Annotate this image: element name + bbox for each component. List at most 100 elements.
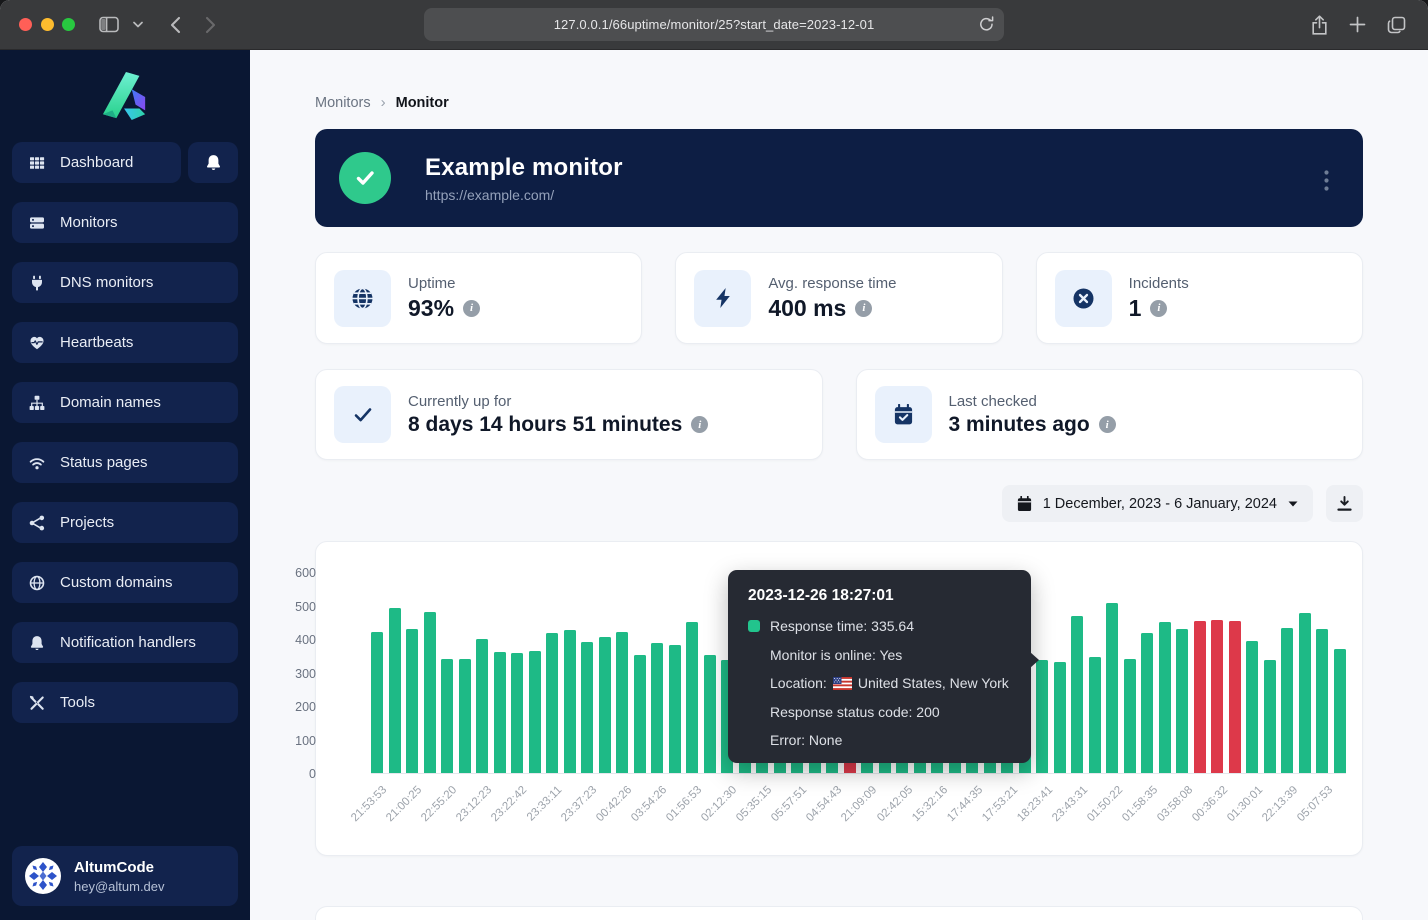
chart-bar[interactable] — [389, 608, 401, 773]
chart-bar[interactable] — [1159, 622, 1171, 773]
info-icon[interactable]: i — [855, 300, 872, 317]
download-chart-button[interactable] — [1326, 485, 1363, 522]
x-axis-tick-label: 00:36:32 — [1190, 784, 1230, 824]
close-window-button[interactable] — [19, 18, 32, 31]
chart-bar[interactable] — [1124, 659, 1136, 773]
breadcrumb-monitors-link[interactable]: Monitors — [315, 95, 371, 111]
info-icon[interactable]: i — [691, 416, 708, 433]
user-account-card[interactable]: AltumCode hey@altum.dev — [12, 846, 238, 906]
sidebar-item-dashboard[interactable]: Dashboard — [12, 142, 181, 183]
tooltip-online: Monitor is online: Yes — [748, 647, 1011, 663]
chart-bar[interactable] — [1036, 660, 1048, 773]
share-nodes-icon — [28, 514, 45, 531]
chart-bar-offline[interactable] — [1229, 621, 1241, 773]
x-axis-tick-label: 23:12:23 — [454, 784, 494, 824]
sidebar-item-projects[interactable]: Projects — [12, 502, 238, 543]
sidebar-item-label: Heartbeats — [60, 334, 133, 351]
sidebar-item-tools[interactable]: Tools — [12, 682, 238, 723]
new-tab-icon[interactable] — [1349, 16, 1366, 33]
back-button[interactable] — [169, 16, 181, 34]
chart-bar[interactable] — [1106, 603, 1118, 773]
monitor-url[interactable]: https://example.com/ — [425, 187, 623, 203]
chart-bar[interactable] — [1089, 657, 1101, 773]
chart-bar[interactable] — [1054, 662, 1066, 773]
tooltip-timestamp: 2023-12-26 18:27:01 — [748, 587, 1011, 605]
sidebar-chevron-down-icon[interactable] — [133, 21, 143, 28]
tooltip-location: Location: United States, New York — [748, 675, 1011, 691]
sidebar-item-dns-monitors[interactable]: DNS monitors — [12, 262, 238, 303]
address-bar[interactable]: 127.0.0.1/66uptime/monitor/25?start_date… — [424, 8, 1004, 41]
chart-bar[interactable] — [651, 643, 663, 773]
chart-bar[interactable] — [669, 645, 681, 773]
chart-bar[interactable] — [476, 639, 488, 773]
chart-bar[interactable] — [1334, 649, 1346, 773]
chart-bar[interactable] — [546, 633, 558, 773]
sidebar-item-custom-domains[interactable]: Custom domains — [12, 562, 238, 603]
status-row: Currently up for 8 days 14 hours 51 minu… — [315, 369, 1363, 460]
sidebar-item-notification-handlers[interactable]: Notification handlers — [12, 622, 238, 663]
minimize-window-button[interactable] — [41, 18, 54, 31]
chart-bar[interactable] — [441, 659, 453, 773]
chart-bar[interactable] — [494, 652, 506, 773]
chart-bar[interactable] — [511, 653, 523, 773]
x-axis-tick-label: 18:23:41 — [1015, 784, 1055, 824]
chart-bar[interactable] — [1176, 629, 1188, 773]
chart-bar[interactable] — [1141, 633, 1153, 773]
info-icon[interactable]: i — [1150, 300, 1167, 317]
monitor-options-kebab-icon[interactable] — [1320, 166, 1333, 195]
chart-bar[interactable] — [564, 630, 576, 773]
x-axis-tick-label: 21:53:53 — [349, 784, 389, 824]
download-icon — [1337, 496, 1352, 511]
chart-bar[interactable] — [424, 612, 436, 773]
monitor-online-status-icon — [339, 152, 391, 204]
chart-bar[interactable] — [704, 655, 716, 773]
tooltip-status-code: Response status code: 200 — [748, 704, 1011, 720]
user-name: AltumCode — [74, 859, 165, 876]
app-logo[interactable] — [12, 64, 238, 142]
chart-bar[interactable] — [616, 632, 628, 773]
monitor-header-card: Example monitor https://example.com/ — [315, 129, 1363, 227]
chart-bar[interactable] — [1281, 628, 1293, 773]
chart-bar[interactable] — [599, 637, 611, 773]
tab-overview-icon[interactable] — [1387, 16, 1406, 34]
sidebar-toggle-icon[interactable] — [99, 16, 119, 33]
chart-bar[interactable] — [686, 622, 698, 773]
chart-bar[interactable] — [581, 642, 593, 773]
chart-bar[interactable] — [1071, 616, 1083, 773]
chart-bar[interactable] — [1246, 641, 1258, 773]
chart-bar[interactable] — [371, 632, 383, 773]
sidebar-item-label: Custom domains — [60, 574, 173, 591]
chart-bar[interactable] — [529, 651, 541, 773]
info-icon[interactable]: i — [463, 300, 480, 317]
bell-icon — [205, 154, 222, 171]
sidebar-item-monitors[interactable]: Monitors — [12, 202, 238, 243]
chart-bar[interactable] — [406, 629, 418, 773]
date-range-label: 1 December, 2023 - 6 January, 2024 — [1043, 496, 1277, 512]
sidebar-item-domain-names[interactable]: Domain names — [12, 382, 238, 423]
tooltip-error: Error: None — [748, 732, 1011, 748]
zoom-window-button[interactable] — [62, 18, 75, 31]
notifications-button[interactable] — [188, 142, 238, 183]
chart-bar-offline[interactable] — [1211, 620, 1223, 773]
date-range-picker[interactable]: 1 December, 2023 - 6 January, 2024 — [1002, 485, 1313, 522]
sidebar-item-heartbeats[interactable]: Heartbeats — [12, 322, 238, 363]
x-axis-tick-label: 22:13:39 — [1260, 784, 1300, 824]
sidebar-item-label: DNS monitors — [60, 274, 153, 291]
chart-bar[interactable] — [634, 655, 646, 773]
chart-bar[interactable] — [1299, 613, 1311, 773]
chart-bar[interactable] — [1316, 629, 1328, 773]
forward-button[interactable] — [205, 16, 217, 34]
x-axis-tick-label: 15:32:16 — [910, 784, 950, 824]
x-axis-tick-label: 22:55:20 — [419, 784, 459, 824]
chart-bar-offline[interactable] — [1194, 621, 1206, 773]
traffic-lights — [19, 18, 75, 31]
globe-icon — [334, 270, 391, 327]
chart-bar[interactable] — [459, 659, 471, 773]
globe-icon — [28, 574, 45, 591]
share-icon[interactable] — [1311, 15, 1328, 35]
reload-icon[interactable] — [979, 16, 994, 32]
next-section-card — [315, 906, 1363, 920]
chart-bar[interactable] — [1264, 660, 1276, 773]
sidebar-item-status-pages[interactable]: Status pages — [12, 442, 238, 483]
info-icon[interactable]: i — [1099, 416, 1116, 433]
